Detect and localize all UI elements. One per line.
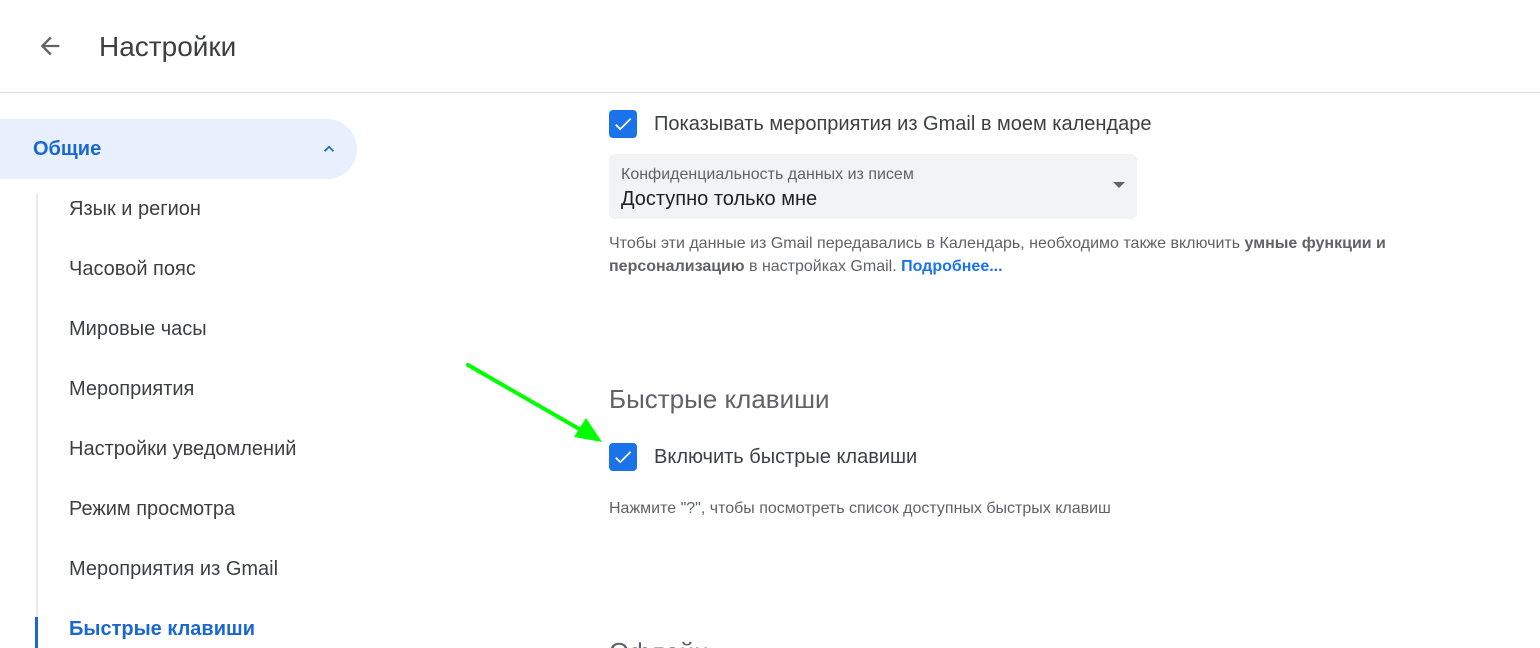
back-button[interactable] (26, 22, 74, 70)
sidebar-section-general[interactable]: Общие (0, 119, 357, 179)
sidebar-item-label: Режим просмотра (69, 497, 236, 520)
shortcuts-hint: Нажмите "?", чтобы посмотреть список дос… (609, 500, 1111, 517)
page-title: Настройки (99, 31, 237, 62)
shortcuts-checkbox-label: Включить быстрые клавиши (654, 446, 918, 468)
privacy-select-label: Конфиденциальность данных из писем (621, 166, 914, 183)
sidebar-item-language[interactable]: Язык и регион (37, 179, 367, 239)
check-icon (615, 451, 632, 464)
sidebar-item-timezone[interactable]: Часовой пояс (37, 239, 367, 299)
sidebar-item-events[interactable]: Мероприятия (37, 359, 367, 419)
sidebar-item-label: Быстрые клавиши (69, 617, 255, 640)
sidebar-item-label: Часовой пояс (69, 257, 196, 280)
sidebar-item-label: Мероприятия (69, 377, 195, 400)
arrow-back-icon (40, 36, 60, 56)
privacy-select[interactable]: Конфиденциальность данных из писем Досту… (609, 154, 1137, 219)
settings-page: Настройки Общие Язык и регион Часовой по… (0, 0, 1540, 648)
next-section-title-text: Офлайн (609, 637, 709, 648)
sidebar-item-label: Мероприятия из Gmail (69, 557, 279, 580)
chevron-up-icon (324, 145, 334, 152)
settings-sidebar: Общие Язык и регион Часовой пояс Мировые… (0, 94, 380, 648)
help-text-part2: в настройках Gmail. (744, 258, 902, 275)
sidebar-item-notifications[interactable]: Настройки уведомлений (37, 419, 367, 479)
sidebar-item-shortcuts[interactable]: Быстрые клавиши (35, 599, 367, 648)
learn-more-link[interactable]: Подробнее... (901, 258, 1002, 275)
sidebar-item-label: Язык и регион (69, 197, 201, 220)
gmail-events-checkbox[interactable] (609, 110, 637, 138)
sidebar-item-label: Настройки уведомлений (69, 437, 297, 460)
dropdown-arrow-icon (1113, 182, 1125, 188)
gmail-events-label: Показывать мероприятия из Gmail в моем к… (654, 113, 1152, 135)
annotation-arrow-icon (466, 363, 602, 442)
privacy-select-value: Доступно только мне (621, 188, 818, 210)
gmail-help-text: Чтобы эти данные из Gmail передавались в… (609, 232, 1509, 278)
sidebar-item-view-mode[interactable]: Режим просмотра (37, 479, 367, 539)
shortcuts-section-title: Быстрые клавиши (609, 384, 830, 414)
app-header: Настройки (0, 0, 1540, 93)
shortcuts-checkbox[interactable] (609, 443, 637, 471)
help-text-part1: Чтобы эти данные из Gmail передавались в… (609, 235, 1245, 252)
next-section-title: Офлайн (609, 637, 709, 648)
sidebar-item-gmail-events[interactable]: Мероприятия из Gmail (37, 539, 367, 599)
sidebar-item-label: Мировые часы (69, 317, 207, 340)
check-icon (615, 118, 632, 131)
sidebar-section-label: Общие (33, 137, 102, 160)
sidebar-item-world-clock[interactable]: Мировые часы (37, 299, 367, 359)
